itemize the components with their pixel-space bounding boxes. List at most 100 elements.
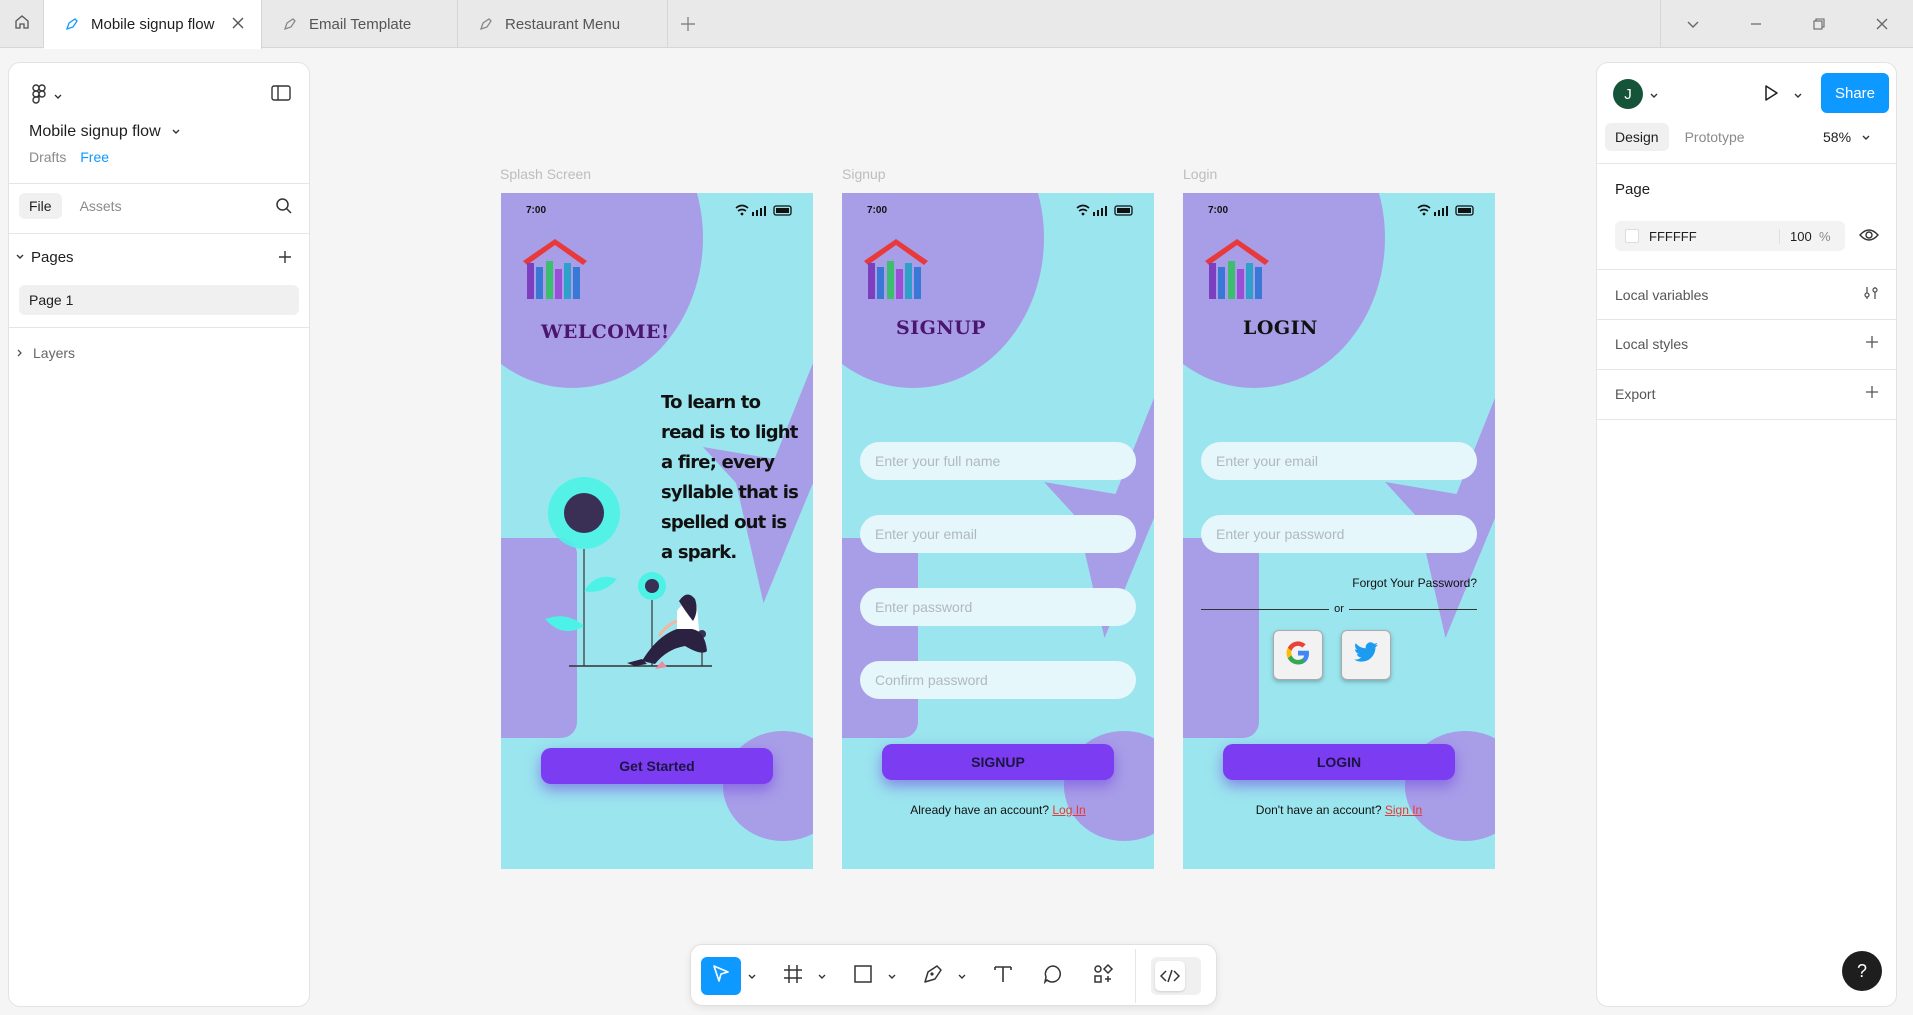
layers-section-toggle[interactable]: Layers — [15, 345, 75, 361]
rectangle-tool[interactable] — [845, 957, 881, 995]
frame-label-splash[interactable]: Splash Screen — [500, 166, 591, 182]
email-field[interactable]: Enter your email — [1201, 442, 1477, 480]
close-window-icon[interactable] — [1850, 0, 1913, 48]
books-logo-icon — [519, 233, 591, 310]
zoom-dropdown[interactable]: 58% — [1823, 129, 1871, 145]
login-button[interactable]: LOGIN — [1223, 744, 1455, 780]
export-row[interactable]: Export — [1615, 385, 1879, 402]
login-link[interactable]: Log In — [1052, 803, 1085, 817]
zoom-level: 58% — [1823, 129, 1852, 145]
divider — [1597, 419, 1896, 420]
local-styles-row[interactable]: Local styles — [1615, 335, 1879, 352]
email-field[interactable]: Enter your email — [860, 515, 1136, 553]
avatar[interactable]: J — [1613, 79, 1643, 109]
move-tool[interactable] — [701, 957, 741, 995]
pen-tool[interactable] — [915, 957, 951, 995]
divider — [1597, 269, 1896, 270]
add-page-plus-icon[interactable] — [277, 249, 293, 270]
fill-opacity[interactable]: 100 — [1779, 228, 1819, 244]
divider — [1597, 163, 1896, 164]
chevron-down-icon[interactable] — [1649, 87, 1659, 105]
file-name: Mobile signup flow — [29, 123, 161, 140]
local-variables-row[interactable]: Local variables — [1615, 285, 1879, 304]
search-icon[interactable] — [275, 197, 293, 220]
chevron-down-icon[interactable] — [745, 957, 759, 995]
full-name-field[interactable]: Enter your full name — [860, 442, 1136, 480]
window-controls — [1660, 0, 1913, 48]
status-icons — [732, 203, 796, 222]
status-icons — [1073, 203, 1137, 222]
tab-bar: Mobile signup flow Email Template Restau… — [0, 0, 1913, 49]
right-panel: J Share Design Prototype 58% Page FFFFFF… — [1596, 62, 1897, 1007]
share-button[interactable]: Share — [1821, 73, 1889, 113]
tab-email-template[interactable]: Email Template — [262, 0, 458, 48]
forgot-password-link[interactable]: Forgot Your Password? — [1352, 576, 1477, 590]
page-item[interactable]: Page 1 — [19, 285, 299, 315]
signup-button[interactable]: SIGNUP — [882, 744, 1114, 780]
sidebar-toggle-icon[interactable] — [271, 85, 291, 106]
google-icon — [1283, 638, 1313, 673]
plan-badge[interactable]: Free — [80, 149, 109, 165]
file-name-dropdown[interactable]: Mobile signup flow — [29, 123, 181, 141]
tab-design[interactable]: Design — [1605, 123, 1669, 151]
login-frame[interactable]: 7:00 LOGIN Enter your email Enter your p… — [1183, 193, 1495, 869]
add-export-plus-icon[interactable] — [1865, 385, 1879, 402]
chevron-down-icon[interactable] — [815, 957, 829, 995]
splash-screen-frame[interactable]: 7:00 WELCOME! To learn to read is to lig… — [501, 193, 813, 869]
password-field[interactable]: Enter password — [860, 588, 1136, 626]
actions-tool[interactable] — [1085, 957, 1121, 995]
text-tool[interactable] — [985, 957, 1021, 995]
divider — [9, 233, 309, 234]
signup-frame[interactable]: 7:00 SIGNUP Enter your full name Enter y… — [842, 193, 1154, 869]
frame-tool[interactable] — [775, 957, 811, 995]
comment-tool[interactable] — [1035, 957, 1071, 995]
tab-assets[interactable]: Assets — [70, 193, 132, 219]
add-style-plus-icon[interactable] — [1865, 335, 1879, 352]
tab-mobile-signup-flow[interactable]: Mobile signup flow — [44, 0, 262, 49]
chevron-down-icon[interactable] — [1793, 87, 1803, 105]
signin-prompt-text: Don't have an account? — [1255, 803, 1382, 817]
books-logo-icon — [1201, 233, 1273, 310]
twitter-login-button[interactable] — [1341, 630, 1391, 680]
books-logo-icon — [860, 233, 932, 310]
chevron-down-icon[interactable] — [1661, 0, 1724, 48]
present-play-icon[interactable] — [1761, 83, 1781, 108]
minimize-icon[interactable] — [1724, 0, 1787, 48]
left-panel: Mobile signup flow Drafts Free File Asse… — [8, 62, 310, 1007]
frame-label-login[interactable]: Login — [1183, 166, 1217, 182]
page-section-title: Page — [1615, 181, 1651, 198]
home-button[interactable] — [0, 0, 44, 48]
variables-settings-icon[interactable] — [1863, 285, 1879, 304]
chevron-down-icon[interactable] — [885, 957, 899, 995]
tab-restaurant-menu[interactable]: Restaurant Menu — [458, 0, 668, 48]
close-icon[interactable] — [231, 16, 245, 34]
local-variables-label: Local variables — [1615, 286, 1709, 303]
tab-prototype[interactable]: Prototype — [1675, 123, 1755, 151]
chevron-down-icon[interactable] — [955, 957, 969, 995]
restore-icon[interactable] — [1787, 0, 1850, 48]
toolbar-separator — [1135, 949, 1136, 1003]
google-login-button[interactable] — [1273, 630, 1323, 680]
pages-section-toggle[interactable]: Pages — [15, 249, 74, 266]
new-tab-plus-icon[interactable] — [678, 14, 698, 39]
password-field[interactable]: Enter your password — [1201, 515, 1477, 553]
signin-link[interactable]: Sign In — [1385, 803, 1422, 817]
opacity-unit: % — [1819, 228, 1831, 244]
page-fill-field[interactable]: FFFFFF 100 % — [1615, 221, 1845, 251]
dev-mode-toggle[interactable] — [1151, 957, 1201, 995]
chevron-down-icon — [171, 123, 181, 141]
status-time: 7:00 — [526, 205, 547, 216]
main-menu-button[interactable] — [31, 83, 63, 110]
get-started-button[interactable]: Get Started — [541, 748, 773, 784]
fill-hex[interactable]: FFFFFF — [1649, 229, 1779, 244]
fill-swatch[interactable] — [1625, 229, 1639, 243]
local-styles-label: Local styles — [1615, 335, 1689, 352]
drafts-link[interactable]: Drafts — [29, 149, 66, 165]
status-time: 7:00 — [867, 205, 888, 216]
design-file-icon — [478, 17, 493, 32]
help-button[interactable]: ? — [1842, 951, 1882, 991]
tab-file[interactable]: File — [19, 193, 62, 219]
frame-label-signup[interactable]: Signup — [842, 166, 886, 182]
confirm-password-field[interactable]: Confirm password — [860, 661, 1136, 699]
eye-icon[interactable] — [1859, 227, 1879, 248]
